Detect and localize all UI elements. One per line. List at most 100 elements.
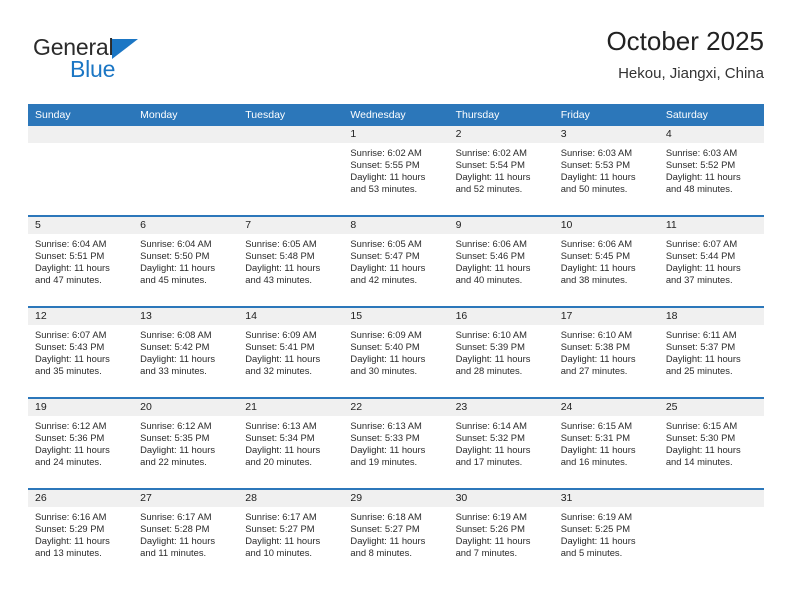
sunset-text: Sunset: 5:53 PM: [560, 158, 631, 170]
calendar-day-cell[interactable]: 22 Sunrise: 6:13 AM Sunset: 5:33 PM Dayligh…: [343, 397, 449, 489]
daylight-text-line2: and 53 minutes.: [350, 182, 418, 194]
calendar-day-cell[interactable]: 9 Sunrise: 6:06 AM Sunset: 5:46 PM Daylight…: [448, 215, 554, 307]
day-number: 20: [133, 399, 239, 416]
sunset-text: Sunset: 5:44 PM: [665, 249, 736, 261]
sunset-text: Sunset: 5:37 PM: [665, 340, 736, 352]
day-details: Sunrise: 6:13 AM Sunset: 5:33 PM Daylight:…: [343, 416, 448, 468]
calendar-day-cell[interactable]: 23 Sunrise: 6:14 AM Sunset: 5:32 PM Dayligh…: [448, 397, 554, 489]
day-number: 26: [28, 490, 134, 507]
calendar-day-cell[interactable]: 1 Sunrise: 6:02 AM Sunset: 5:55 PM Daylight…: [343, 126, 449, 216]
calendar-day-cell[interactable]: 29 Sunrise: 6:18 AM Sunset: 5:27 PM Dayligh…: [343, 488, 449, 579]
sunset-text: Sunset: 5:46 PM: [455, 249, 525, 261]
sunset-text: Sunset: 5:35 PM: [140, 431, 210, 443]
calendar-day-cell[interactable]: 11 Sunrise: 6:07 AM Sunset: 5:44 PM Dayligh…: [658, 215, 764, 307]
calendar-day-cell[interactable]: 7 Sunrise: 6:05 AM Sunset: 5:48 PM Daylight…: [238, 215, 344, 307]
daylight-text-line2: and 19 minutes.: [350, 455, 418, 467]
sunset-text: Sunset: 5:42 PM: [140, 340, 210, 352]
sunrise-text: Sunrise: 6:11 AM: [665, 329, 737, 340]
page-header: General Blue October 2025 Hekou, Jiangxi…: [28, 26, 764, 102]
sunset-text: Sunset: 5:26 PM: [455, 522, 525, 534]
day-number: [658, 490, 764, 507]
calendar-day-cell[interactable]: 17 Sunrise: 6:10 AM Sunset: 5:38 PM Dayligh…: [553, 306, 659, 398]
calendar-day-cell[interactable]: 25 Sunrise: 6:15 AM Sunset: 5:30 PM Dayligh…: [658, 397, 764, 489]
calendar-day-cell[interactable]: 21 Sunrise: 6:13 AM Sunset: 5:34 PM Dayligh…: [238, 397, 344, 489]
daylight-text-line2: and 13 minutes.: [35, 546, 102, 558]
sunrise-text: Sunrise: 6:06 AM: [560, 238, 633, 249]
day-cell-inner: 17 Sunrise: 6:10 AM Sunset: 5:38 PM Dayligh…: [553, 308, 659, 397]
day-cell-inner: 23 Sunrise: 6:14 AM Sunset: 5:32 PM Dayligh…: [448, 399, 554, 488]
calendar-day-cell[interactable]: 27 Sunrise: 6:17 AM Sunset: 5:28 PM Dayligh…: [133, 488, 239, 579]
calendar-day-cell[interactable]: 26 Sunrise: 6:16 AM Sunset: 5:29 PM Dayligh…: [28, 488, 134, 579]
calendar-day-cell[interactable]: 13 Sunrise: 6:08 AM Sunset: 5:42 PM Dayligh…: [133, 306, 239, 398]
page-title: October 2025: [606, 26, 764, 56]
day-number: 4: [658, 126, 764, 143]
daylight-text-line1: Daylight: 11 hours: [140, 261, 216, 273]
day-cell-inner: 24 Sunrise: 6:15 AM Sunset: 5:31 PM Dayligh…: [553, 399, 659, 488]
calendar-week-row: 26 Sunrise: 6:16 AM Sunset: 5:29 PM Dayligh…: [28, 488, 764, 579]
calendar-day-cell[interactable]: 6 Sunrise: 6:04 AM Sunset: 5:50 PM Daylight…: [133, 215, 239, 307]
calendar-day-cell[interactable]: 14 Sunrise: 6:09 AM Sunset: 5:41 PM Dayligh…: [238, 306, 344, 398]
calendar-day-cell[interactable]: 8 Sunrise: 6:05 AM Sunset: 5:47 PM Daylight…: [343, 215, 449, 307]
daylight-text-line2: and 27 minutes.: [560, 364, 628, 376]
day-cell-inner: 4 Sunrise: 6:03 AM Sunset: 5:52 PM Daylight…: [658, 126, 764, 215]
daylight-text-line2: and 42 minutes.: [350, 273, 418, 285]
day-cell-inner: 19 Sunrise: 6:12 AM Sunset: 5:36 PM Dayligh…: [28, 399, 134, 488]
sunrise-text: Sunrise: 6:05 AM: [350, 238, 422, 249]
sunrise-text: Sunrise: 6:07 AM: [665, 238, 738, 249]
calendar-day-cell[interactable]: 31 Sunrise: 6:19 AM Sunset: 5:25 PM Dayligh…: [553, 488, 659, 579]
daylight-text-line2: and 43 minutes.: [245, 273, 312, 285]
day-details: Sunrise: 6:14 AM Sunset: 5:32 PM Daylight:…: [449, 416, 554, 468]
day-details: Sunrise: 6:17 AM Sunset: 5:27 PM Daylight:…: [238, 507, 343, 559]
day-cell-inner: 27 Sunrise: 6:17 AM Sunset: 5:28 PM Dayligh…: [133, 490, 239, 579]
sunset-text: Sunset: 5:47 PM: [350, 249, 420, 261]
sunset-text: Sunset: 5:41 PM: [245, 340, 315, 352]
day-number: 17: [553, 308, 659, 325]
calendar-day-cell[interactable]: 19 Sunrise: 6:12 AM Sunset: 5:36 PM Dayligh…: [28, 397, 134, 489]
daylight-text-line1: Daylight: 11 hours: [455, 443, 531, 455]
calendar-day-cell[interactable]: 5 Sunrise: 6:04 AM Sunset: 5:51 PM Daylight…: [28, 215, 134, 307]
daylight-text-line1: Daylight: 11 hours: [350, 443, 426, 455]
day-cell-inner: 26 Sunrise: 6:16 AM Sunset: 5:29 PM Dayligh…: [28, 490, 134, 579]
day-number: 25: [658, 399, 764, 416]
daylight-text-line2: and 24 minutes.: [35, 455, 102, 467]
calendar-week-row: 19 Sunrise: 6:12 AM Sunset: 5:36 PM Dayligh…: [28, 397, 764, 489]
day-details: Sunrise: 6:02 AM Sunset: 5:55 PM Daylight:…: [343, 143, 448, 195]
daylight-text-line1: Daylight: 11 hours: [560, 170, 636, 182]
calendar-day-cell-empty: [658, 488, 764, 579]
day-details: Sunrise: 6:03 AM Sunset: 5:53 PM Daylight:…: [554, 143, 659, 195]
day-number: 9: [448, 217, 554, 234]
day-number: 18: [658, 308, 764, 325]
sunset-text: Sunset: 5:43 PM: [35, 340, 105, 352]
day-details: Sunrise: 6:09 AM Sunset: 5:41 PM Daylight:…: [238, 325, 343, 377]
calendar-week-row: 5 Sunrise: 6:04 AM Sunset: 5:51 PM Daylight…: [28, 215, 764, 307]
calendar-day-cell[interactable]: 15 Sunrise: 6:09 AM Sunset: 5:40 PM Dayligh…: [343, 306, 449, 398]
daylight-text-line2: and 16 minutes.: [560, 455, 628, 467]
calendar-day-cell[interactable]: 28 Sunrise: 6:17 AM Sunset: 5:27 PM Dayligh…: [238, 488, 344, 579]
day-cell-inner: 15 Sunrise: 6:09 AM Sunset: 5:40 PM Dayligh…: [343, 308, 449, 397]
day-number: 24: [553, 399, 659, 416]
daylight-text-line2: and 35 minutes.: [35, 364, 102, 376]
calendar-day-cell[interactable]: 30 Sunrise: 6:19 AM Sunset: 5:26 PM Dayligh…: [448, 488, 554, 579]
calendar-day-cell[interactable]: 20 Sunrise: 6:12 AM Sunset: 5:35 PM Dayligh…: [133, 397, 239, 489]
calendar-header-row: Sunday Monday Tuesday Wednesday Thursday…: [28, 104, 764, 126]
calendar-day-cell-empty: [28, 126, 134, 216]
calendar-day-cell[interactable]: 10 Sunrise: 6:06 AM Sunset: 5:45 PM Dayligh…: [553, 215, 659, 307]
daylight-text-line2: and 25 minutes.: [665, 364, 733, 376]
calendar-day-cell[interactable]: 3 Sunrise: 6:03 AM Sunset: 5:53 PM Daylight…: [553, 126, 659, 216]
daylight-text-line2: and 45 minutes.: [140, 273, 207, 285]
calendar-day-cell[interactable]: 4 Sunrise: 6:03 AM Sunset: 5:52 PM Daylight…: [658, 126, 764, 216]
calendar-day-cell[interactable]: 24 Sunrise: 6:15 AM Sunset: 5:31 PM Dayligh…: [553, 397, 659, 489]
calendar-day-cell[interactable]: 18 Sunrise: 6:11 AM Sunset: 5:37 PM Dayligh…: [658, 306, 764, 398]
calendar-day-cell[interactable]: 16 Sunrise: 6:10 AM Sunset: 5:39 PM Dayligh…: [448, 306, 554, 398]
calendar-day-cell[interactable]: 12 Sunrise: 6:07 AM Sunset: 5:43 PM Dayligh…: [28, 306, 134, 398]
generalblue-logo[interactable]: General Blue: [33, 36, 233, 94]
calendar-day-cell[interactable]: 2 Sunrise: 6:02 AM Sunset: 5:54 PM Daylight…: [448, 126, 554, 216]
day-cell-inner: 29 Sunrise: 6:18 AM Sunset: 5:27 PM Dayligh…: [343, 490, 449, 579]
sunrise-text: Sunrise: 6:14 AM: [455, 420, 527, 431]
sunset-text: Sunset: 5:29 PM: [35, 522, 105, 534]
daylight-text-line2: and 28 minutes.: [455, 364, 523, 376]
day-cell-inner: 1 Sunrise: 6:02 AM Sunset: 5:55 PM Daylight…: [343, 126, 449, 215]
daylight-text-line2: and 11 minutes.: [140, 546, 207, 558]
daylight-text-line2: and 7 minutes.: [455, 546, 518, 558]
day-cell-inner: 7 Sunrise: 6:05 AM Sunset: 5:48 PM Daylight…: [238, 217, 344, 306]
